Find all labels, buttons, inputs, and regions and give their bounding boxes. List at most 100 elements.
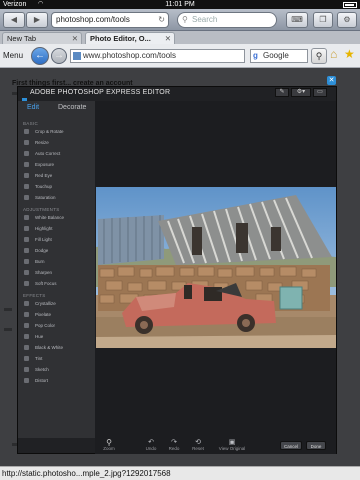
photo-image	[96, 187, 336, 348]
text-line	[4, 328, 12, 331]
section-title-adjustments: ADJUSTMENTS	[23, 207, 60, 212]
tool-tint[interactable]: Tint	[24, 355, 42, 362]
tool-highlight[interactable]: Highlight	[24, 225, 53, 232]
search-engine-label: Google	[263, 51, 289, 60]
reset-label: Reset	[192, 446, 204, 451]
tab-photo-editor[interactable]: Photo Editor, O... ✕	[85, 32, 175, 44]
brush-tool-button[interactable]: ✎	[275, 88, 289, 97]
forward-button[interactable]: →	[51, 48, 67, 64]
view-original-button[interactable]: ▣ View Original	[209, 439, 255, 451]
screen: Verizon ◠ 11:01 PM ◀ ▶ photoshop.com/too…	[0, 0, 360, 480]
tool-sketch[interactable]: Sketch	[24, 366, 49, 373]
reload-icon[interactable]: ↻	[158, 13, 165, 27]
exposure-icon	[24, 162, 29, 167]
view-original-label: View Original	[218, 446, 246, 451]
options-menu-button[interactable]: ⚙▾	[291, 88, 311, 97]
wand-icon	[24, 151, 29, 156]
undo-button[interactable]: ↶ Undo	[141, 439, 161, 451]
white-balance-icon	[24, 215, 29, 220]
fill-light-icon	[24, 237, 29, 242]
pages-icon: ❐	[319, 15, 327, 24]
keyboard-button[interactable]: ⌨	[286, 12, 308, 28]
tab-decorate[interactable]: Decorate	[58, 104, 86, 111]
crystallize-icon	[24, 301, 29, 306]
search-field[interactable]: ⚲ Search	[177, 12, 277, 28]
tool-crystallize[interactable]: Crystallize	[24, 300, 56, 307]
highlight-icon	[24, 226, 29, 231]
eye-icon	[24, 173, 29, 178]
cancel-button[interactable]: Cancel	[280, 441, 302, 450]
redo-button[interactable]: ↷ Redo	[164, 439, 184, 451]
brush-icon: ✎	[279, 89, 285, 95]
window-icon: ▭	[317, 89, 323, 95]
tool-fill-light[interactable]: Fill Light	[24, 236, 52, 243]
back-arrow-icon: ◀	[10, 15, 18, 24]
done-button[interactable]: Done	[306, 441, 326, 450]
soft-focus-icon	[24, 281, 29, 286]
tool-exposure[interactable]: Exposure	[24, 161, 54, 168]
photo-editor: ADOBE PHOTOSHOP EXPRESS EDITOR ✎ ⚙▾ ▭ Ed…	[17, 86, 337, 454]
resize-icon	[24, 140, 29, 145]
forward-arrow-icon: →	[54, 50, 64, 61]
tool-pop-color[interactable]: Pop Color	[24, 322, 55, 329]
reset-button[interactable]: ⟲ Reset	[188, 439, 208, 451]
url-field[interactable]: photoshop.com/tools ↻	[51, 12, 169, 28]
tool-crop-rotate[interactable]: Crop & Rotate	[24, 128, 64, 135]
close-icon: ✕	[328, 77, 335, 84]
tab-edit[interactable]: Edit	[27, 104, 39, 111]
tool-saturation[interactable]: Saturation	[24, 194, 56, 201]
back-button[interactable]: ←	[31, 47, 49, 65]
pages-button[interactable]: ❐	[313, 12, 333, 28]
dodge-icon	[24, 248, 29, 253]
zoom-icon: ⚲	[106, 438, 112, 447]
google-search-field[interactable]: g Google	[250, 49, 308, 63]
address-bar[interactable]: www.photoshop.com/tools	[70, 49, 245, 63]
tool-auto-correct[interactable]: Auto Correct	[24, 150, 60, 157]
forward-button[interactable]: ▶	[26, 12, 48, 28]
saturation-icon	[24, 195, 29, 200]
tool-sharpen[interactable]: Sharpen	[24, 269, 52, 276]
tool-pixelate[interactable]: Pixelate	[24, 311, 51, 318]
bookmark-star-icon[interactable]: ★	[344, 47, 355, 61]
redo-icon: ↷	[171, 439, 177, 446]
black-white-icon	[24, 345, 29, 350]
tab-bar: New Tab ✕ Photo Editor, O... ✕	[0, 31, 360, 44]
home-icon[interactable]: ⌂	[330, 47, 337, 61]
menu-button[interactable]: Menu	[3, 51, 23, 60]
tool-red-eye[interactable]: Red Eye	[24, 172, 52, 179]
search-button[interactable]: ⚲	[311, 48, 327, 64]
sketch-icon	[24, 367, 29, 372]
tool-hue[interactable]: Hue	[24, 333, 43, 340]
tool-soft-focus[interactable]: Soft Focus	[24, 280, 57, 287]
back-button[interactable]: ◀	[3, 12, 25, 28]
tool-resize[interactable]: Resize	[24, 139, 49, 146]
tool-black-white[interactable]: Black & White	[24, 344, 63, 351]
distort-icon	[24, 378, 29, 383]
tab-new-tab[interactable]: New Tab ✕	[2, 32, 82, 44]
photo-illustration	[96, 187, 336, 348]
fullscreen-button[interactable]: ▭	[313, 88, 327, 97]
tab-label: Photo Editor, O...	[90, 34, 151, 43]
close-overlay-button[interactable]: ✕	[327, 76, 336, 85]
tool-distort[interactable]: Distort	[24, 377, 48, 384]
tool-dodge[interactable]: Dodge	[24, 247, 48, 254]
view-original-icon: ▣	[228, 439, 236, 446]
tool-touchup[interactable]: Touchup	[24, 183, 52, 190]
editor-title: ADOBE PHOTOSHOP EXPRESS EDITOR	[30, 89, 171, 96]
section-title-effects: EFFECTS	[23, 293, 46, 298]
tool-white-balance[interactable]: White Balance	[24, 214, 64, 221]
editor-canvas[interactable]	[95, 101, 336, 438]
tool-burn[interactable]: Burn	[24, 258, 45, 265]
editor-bottom-toolbar: ⚲ Zoom ↶ Undo ↷ Redo ⟲ Reset ▣ View Orig…	[95, 438, 336, 454]
section-title-basic: BASIC	[23, 121, 39, 126]
url-text: photoshop.com/tools	[56, 15, 130, 24]
gear-icon: ⚙▾	[296, 89, 306, 95]
sharpen-icon	[24, 270, 29, 275]
settings-button[interactable]: ⚙	[337, 12, 357, 28]
redo-label: Redo	[168, 446, 180, 451]
zoom-button[interactable]: ⚲ Zoom	[99, 438, 119, 452]
pixelate-icon	[24, 312, 29, 317]
editor-sidebar: Edit Decorate BASIC Crop & Rotate Resize…	[18, 101, 95, 438]
ios-status-bar: Verizon ◠ 11:01 PM	[0, 0, 360, 9]
keyboard-icon: ⌨	[291, 15, 303, 24]
